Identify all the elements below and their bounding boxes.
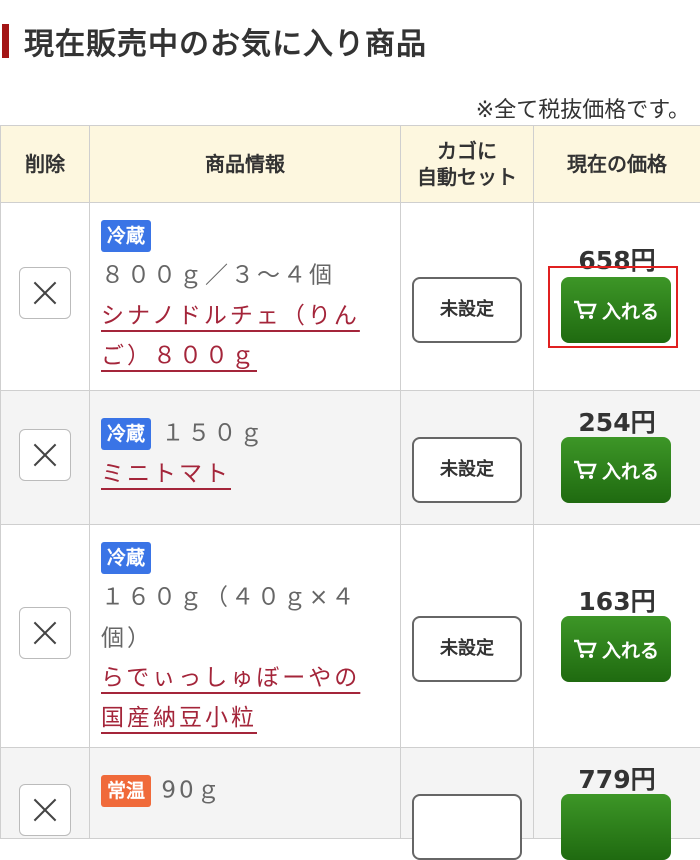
auto-set-button[interactable]: 未設定 bbox=[412, 616, 522, 682]
add-to-cart-button[interactable]: 入れる bbox=[561, 277, 671, 343]
table-row: 冷蔵 ８００ｇ／３〜４個 シナノドルチェ（りんご）８００ｇ 未設定 658円 入… bbox=[1, 203, 700, 391]
product-spec: １６０ｇ（４０ｇ×４ 個） bbox=[101, 585, 357, 652]
tax-note: ※全て税抜価格です。 bbox=[476, 92, 690, 124]
price: 163円 bbox=[534, 582, 700, 618]
delete-button[interactable] bbox=[19, 607, 71, 659]
favorites-table: 削除 商品情報 カゴに自動セット 現在の価格 冷蔵 ８００ｇ／３〜４個 シナノド… bbox=[0, 125, 700, 839]
info-cell: 冷蔵 １５０ｇ ミニトマト bbox=[90, 391, 401, 525]
storage-badge: 冷蔵 bbox=[101, 418, 151, 450]
header-price: 現在の価格 bbox=[534, 126, 700, 203]
product-info: 冷蔵 １６０ｇ（４０ｇ×４ 個） らでぃっしゅぼーやの国産納豆小粒 bbox=[101, 537, 392, 738]
product-name-link[interactable]: ミニトマト bbox=[101, 454, 392, 494]
add-to-cart-button[interactable] bbox=[561, 794, 671, 860]
cart-set-cell: 未設定 bbox=[401, 525, 534, 748]
storage-badge: 冷蔵 bbox=[101, 220, 151, 252]
price-cell: 163円 入れる bbox=[534, 525, 700, 748]
delete-cell bbox=[1, 748, 90, 839]
auto-set-button[interactable]: 未設定 bbox=[412, 437, 522, 503]
header-cart-set-line1: カゴに bbox=[437, 139, 497, 163]
price-cell: 779円 bbox=[534, 748, 700, 839]
delete-cell bbox=[1, 203, 90, 391]
info-cell: 常温 90ｇ bbox=[90, 748, 401, 839]
add-to-cart-label: 入れる bbox=[602, 636, 659, 663]
table-header-row: 削除 商品情報 カゴに自動セット 現在の価格 bbox=[1, 126, 700, 203]
delete-button[interactable] bbox=[19, 429, 71, 481]
section-header: 現在販売中のお気に入り商品 bbox=[0, 18, 427, 64]
product-name-link[interactable]: らでぃっしゅぼーやの国産納豆小粒 bbox=[101, 658, 392, 738]
add-to-cart-label: 入れる bbox=[602, 297, 659, 324]
price-cell: 658円 入れる bbox=[534, 203, 700, 391]
page-title: 現在販売中のお気に入り商品 bbox=[24, 19, 427, 63]
table-row: 冷蔵 １６０ｇ（４０ｇ×４ 個） らでぃっしゅぼーやの国産納豆小粒 未設定 163… bbox=[1, 525, 700, 748]
auto-set-button[interactable]: 未設定 bbox=[412, 277, 522, 343]
header-info: 商品情報 bbox=[90, 126, 401, 203]
delete-cell bbox=[1, 525, 90, 748]
title-accent-bar bbox=[2, 24, 9, 58]
header-cart-set-line2: 自動セット bbox=[417, 165, 517, 189]
product-name-line: ご）８００ｇ bbox=[101, 343, 257, 369]
cart-icon bbox=[573, 639, 597, 659]
product-info: 冷蔵 １５０ｇ ミニトマト bbox=[101, 413, 392, 494]
add-to-cart-label: 入れる bbox=[602, 457, 659, 484]
product-info: 常温 90ｇ bbox=[101, 770, 392, 811]
add-to-cart-button[interactable]: 入れる bbox=[561, 616, 671, 682]
product-name-line: らでぃっしゅぼーやの bbox=[101, 665, 360, 691]
cart-icon bbox=[573, 460, 597, 480]
add-to-cart-button[interactable]: 入れる bbox=[561, 437, 671, 503]
cart-set-cell: 未設定 bbox=[401, 203, 534, 391]
storage-badge: 常温 bbox=[101, 775, 151, 807]
info-cell: 冷蔵 ８００ｇ／３〜４個 シナノドルチェ（りんご）８００ｇ bbox=[90, 203, 401, 391]
product-name-line: 国産納豆小粒 bbox=[101, 705, 257, 731]
cart-set-cell bbox=[401, 748, 534, 839]
product-spec: 90ｇ bbox=[161, 778, 222, 804]
product-spec-line: 個） bbox=[101, 625, 153, 651]
header-delete: 削除 bbox=[1, 126, 90, 203]
product-name-link[interactable]: シナノドルチェ（りんご）８００ｇ bbox=[101, 296, 392, 376]
product-name-line: シナノドルチェ（りん bbox=[101, 303, 360, 329]
price: 658円 bbox=[534, 241, 700, 277]
product-info: 冷蔵 ８００ｇ／３〜４個 シナノドルチェ（りんご）８００ｇ bbox=[101, 215, 392, 376]
price: 779円 bbox=[534, 760, 700, 796]
delete-button[interactable] bbox=[19, 784, 71, 836]
delete-cell bbox=[1, 391, 90, 525]
product-spec: ８００ｇ／３〜４個 bbox=[101, 263, 335, 289]
delete-button[interactable] bbox=[19, 267, 71, 319]
cart-set-cell: 未設定 bbox=[401, 391, 534, 525]
auto-set-button[interactable] bbox=[412, 794, 522, 860]
table-row: 冷蔵 １５０ｇ ミニトマト 未設定 254円 入れる bbox=[1, 391, 700, 525]
table-row: 常温 90ｇ 779円 bbox=[1, 748, 700, 839]
header-cart-set: カゴに自動セット bbox=[401, 126, 534, 203]
product-spec: １５０ｇ bbox=[161, 421, 265, 447]
storage-badge: 冷蔵 bbox=[101, 542, 151, 574]
info-cell: 冷蔵 １６０ｇ（４０ｇ×４ 個） らでぃっしゅぼーやの国産納豆小粒 bbox=[90, 525, 401, 748]
product-spec-line: １６０ｇ（４０ｇ×４ bbox=[101, 585, 357, 611]
price: 254円 bbox=[534, 403, 700, 439]
cart-icon bbox=[573, 300, 597, 320]
price-cell: 254円 入れる bbox=[534, 391, 700, 525]
